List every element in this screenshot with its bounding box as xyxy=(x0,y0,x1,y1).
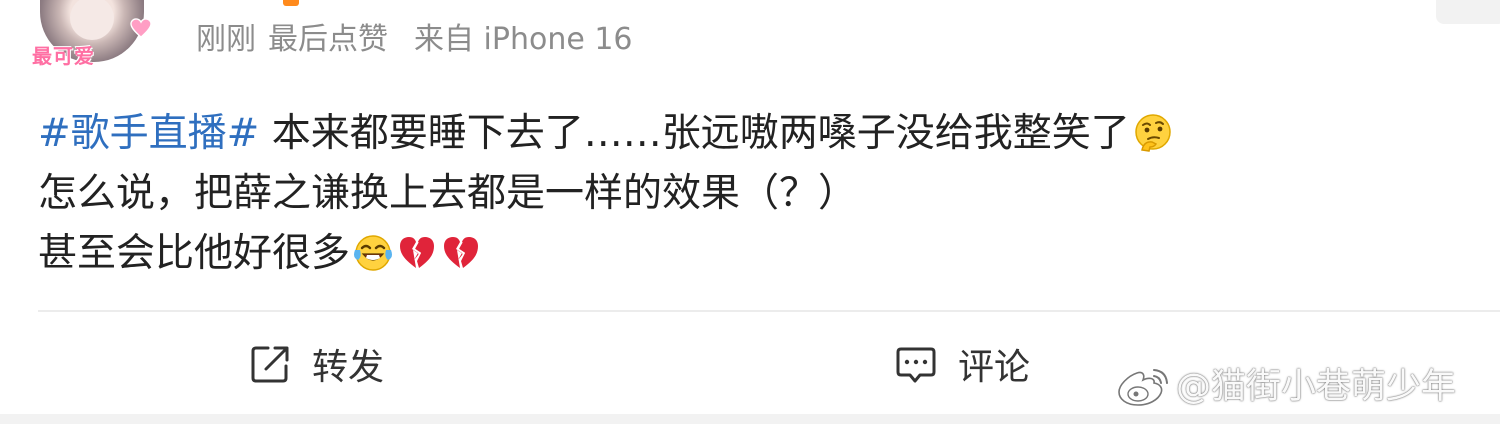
weibo-logo-icon xyxy=(1118,369,1168,406)
more-button[interactable] xyxy=(1436,0,1500,24)
laugh-cry-emoji-icon xyxy=(352,232,394,274)
comment-icon xyxy=(896,347,936,383)
weibo-watermark: @猫街小巷萌少年 xyxy=(1116,362,1456,412)
divider xyxy=(38,310,1500,312)
username-highlight xyxy=(283,0,299,6)
avatar-sticker-text: 最可爱 xyxy=(32,44,95,68)
watermark-text: @猫街小巷萌少年 xyxy=(1176,367,1457,407)
post-line-2: 怎么说，把薛之谦换上去都是一样的效果（？） xyxy=(38,171,858,216)
post-source: 来自 iPhone 16 xyxy=(414,22,633,57)
avatar[interactable]: 最可爱 xyxy=(30,0,158,70)
comment-button[interactable]: 评论 xyxy=(894,336,1030,392)
broken-heart-emoji-icon xyxy=(440,232,482,274)
last-liked-label: 最后点赞 xyxy=(268,22,388,57)
thinking-emoji-icon xyxy=(1132,112,1174,154)
repost-icon xyxy=(251,346,289,383)
post-line-1-text: 本来都要睡下去了……张远嗷两嗓子没给我整笑了 xyxy=(259,111,1130,156)
post-line-3: 甚至会比他好很多 xyxy=(38,224,1174,284)
comment-label: 评论 xyxy=(958,347,1031,388)
heart-sticker-icon xyxy=(130,18,152,38)
topic-link[interactable]: #歌手直播# xyxy=(38,111,259,156)
post-content: #歌手直播# 本来都要睡下去了……张远嗷两嗓子没给我整笑了 怎么说，把薛之谦换上… xyxy=(38,104,1174,284)
post-line-1: #歌手直播# 本来都要睡下去了……张远嗷两嗓子没给我整笑了 xyxy=(38,104,1174,164)
post-time: 刚刚 xyxy=(196,22,256,57)
bottom-strip xyxy=(0,414,1500,424)
post-meta: 刚刚 最后点赞 来自 iPhone 16 xyxy=(196,20,633,60)
repost-label: 转发 xyxy=(312,347,385,388)
repost-button[interactable]: 转发 xyxy=(248,336,384,392)
broken-heart-emoji-icon xyxy=(396,232,438,274)
post-line-3-text: 甚至会比他好很多 xyxy=(38,231,351,276)
